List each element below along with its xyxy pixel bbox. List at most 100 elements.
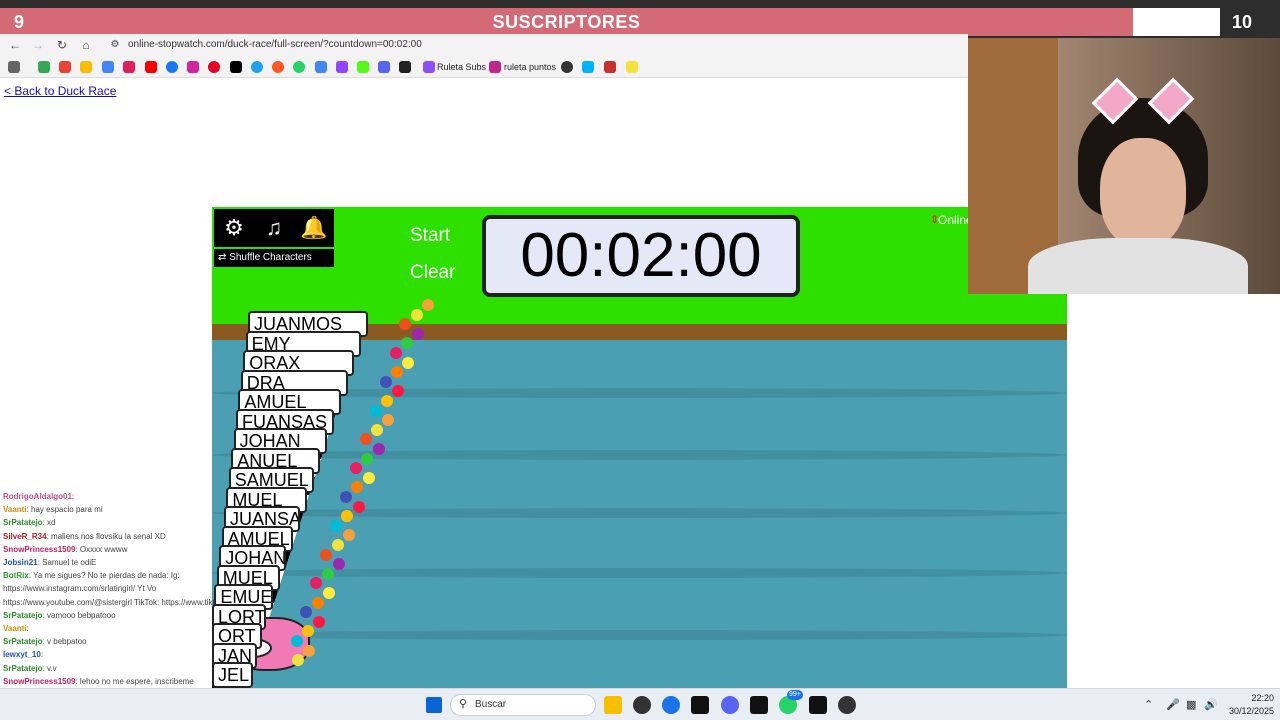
streamer-shirt: [1028, 238, 1248, 294]
music-toggle-icon[interactable]: ♫: [254, 209, 294, 247]
notion-icon-2[interactable]: [809, 696, 827, 714]
obs-icon[interactable]: [838, 696, 856, 714]
address-bar[interactable]: online-stopwatch.com/duck-race/full-scre…: [128, 37, 422, 53]
chat-message: Vaanti:: [3, 624, 29, 634]
duck: [362, 471, 375, 484]
duck: [320, 548, 333, 561]
chat-username: SnowPrincess1509: [3, 676, 76, 686]
stream-chat: RodrigoAldalgo01: Vaanti: hay espacio pa…: [0, 492, 273, 718]
forward-arrow-icon[interactable]: →: [29, 36, 47, 54]
chat-username: Jobsin21: [3, 558, 38, 567]
duck: [371, 423, 384, 436]
duck: [361, 452, 374, 465]
chat-text: : v.v: [42, 663, 57, 673]
chat-text: https://www.instagram.com/srlatingirl/ Y…: [3, 584, 157, 594]
duck: [390, 366, 403, 379]
tray-chevron-icon[interactable]: ⌃: [1144, 698, 1153, 711]
discord-icon[interactable]: [721, 696, 739, 714]
bookmark-ruleta-puntos[interactable]: ruleta puntos: [504, 60, 556, 74]
whatsapp-icon[interactable]: [293, 61, 305, 73]
clock-time[interactable]: 22:20: [1228, 693, 1274, 703]
chat-text: : Samuel te odiE: [37, 558, 97, 567]
clock-date[interactable]: 30/12/2025: [1228, 706, 1274, 716]
photos-icon[interactable]: [80, 61, 92, 73]
shuffle-icon: ⇄: [218, 252, 227, 263]
drive-icon[interactable]: [38, 61, 50, 73]
chat-username: SrPatatejo: [3, 610, 43, 620]
ruleta-puntos-icon[interactable]: [489, 61, 501, 73]
chat-text: : v bebpatoo: [42, 637, 87, 647]
sound-bell-icon[interactable]: 🔔: [294, 209, 334, 247]
twitch-icon[interactable]: [336, 61, 348, 73]
chat-username: Vaanti: [3, 624, 27, 633]
chrome-web-icon[interactable]: [251, 61, 263, 73]
duck: [410, 308, 423, 321]
microphone-icon[interactable]: 🎤: [1166, 698, 1180, 711]
duck: [330, 519, 343, 532]
whatsapp-icon[interactable]: 99+: [779, 690, 803, 714]
duck: [349, 462, 362, 475]
chat-message: RodrigoAldalgo01:: [3, 492, 74, 502]
chat-message: SrPatatejo: v bebpatoo: [3, 637, 87, 647]
taskbar-search[interactable]: ⚲ Buscar: [450, 694, 596, 716]
bookmark-app-icon[interactable]: [561, 61, 573, 73]
chat-text: : vamooo bebpatooo: [42, 610, 116, 620]
chatgpt-icon[interactable]: [633, 696, 651, 714]
duck: [381, 395, 393, 407]
streamer-face: [1100, 138, 1186, 248]
back-arrow-icon[interactable]: ←: [6, 36, 24, 54]
gmail-icon[interactable]: [59, 61, 71, 73]
countdown-timer: 00:02:00: [482, 215, 800, 297]
duck: [379, 375, 392, 388]
chrome-icon[interactable]: [662, 696, 680, 714]
capcut-icon[interactable]: [691, 696, 709, 714]
pinterest-icon[interactable]: [208, 61, 220, 73]
bookmark-ruleta-subs[interactable]: Ruleta Subs: [437, 60, 486, 74]
settings-gear-icon[interactable]: ⚙: [214, 209, 254, 247]
tiktok-icon[interactable]: [230, 61, 242, 73]
chat-message: Vaanti: hay espacio para mi: [3, 505, 103, 515]
notion-icon[interactable]: [750, 696, 768, 714]
bookmark-app-icon[interactable]: [626, 61, 638, 73]
duck: [369, 404, 382, 417]
home-icon[interactable]: ⌂: [77, 36, 95, 54]
start-button[interactable]: Start: [410, 225, 450, 247]
clear-button[interactable]: Clear: [410, 262, 455, 284]
subscriber-goal-count: 10: [1220, 8, 1264, 36]
play-icon[interactable]: [582, 61, 594, 73]
site-info-icon[interactable]: ⚙: [106, 36, 124, 54]
maps-icon[interactable]: [315, 61, 327, 73]
reload-icon[interactable]: ↻: [53, 36, 71, 54]
chat-message: SrPatatejo: vamooo bebpatooo: [3, 611, 116, 621]
calendar-icon[interactable]: [102, 61, 114, 73]
back-to-duck-race-link[interactable]: < Back to Duck Race: [4, 84, 116, 98]
chat-username: BotRix: [3, 571, 29, 581]
network-icon[interactable]: ▩: [1186, 698, 1196, 711]
slack-icon[interactable]: [123, 61, 135, 73]
ruleta-subs-icon[interactable]: [423, 61, 435, 73]
volume-icon[interactable]: 🔊: [1204, 698, 1218, 711]
apps-grid-icon[interactable]: [8, 61, 20, 73]
chat-text: :: [40, 650, 44, 660]
file-explorer-icon[interactable]: [604, 696, 622, 714]
notification-badge: 99+: [787, 690, 803, 700]
youtube-icon[interactable]: [145, 61, 157, 73]
facebook-icon[interactable]: [166, 61, 178, 73]
chat-username: SrPatatejo: [3, 663, 43, 673]
bookmark-app-icon[interactable]: [272, 61, 284, 73]
racer-name-card: JEL: [212, 662, 253, 688]
duck: [412, 327, 425, 340]
instagram-icon[interactable]: [187, 61, 199, 73]
wave: [212, 508, 1067, 518]
download-icon[interactable]: [378, 61, 390, 73]
chat-message: SrPatatejo: v.v: [3, 664, 57, 674]
kick-icon[interactable]: [357, 61, 369, 73]
bookmark-app-icon[interactable]: [604, 61, 616, 73]
chat-message: SilveR_R34: maliens nos flovsiku la sena…: [3, 532, 166, 542]
bookmark-check-icon[interactable]: [399, 61, 411, 73]
duck: [311, 596, 324, 609]
shuffle-characters-button[interactable]: ⇄ Shuffle Characters: [214, 249, 334, 267]
duck: [323, 587, 335, 599]
windows-start-icon[interactable]: [426, 697, 442, 713]
search-icon: ⚲: [459, 698, 468, 710]
